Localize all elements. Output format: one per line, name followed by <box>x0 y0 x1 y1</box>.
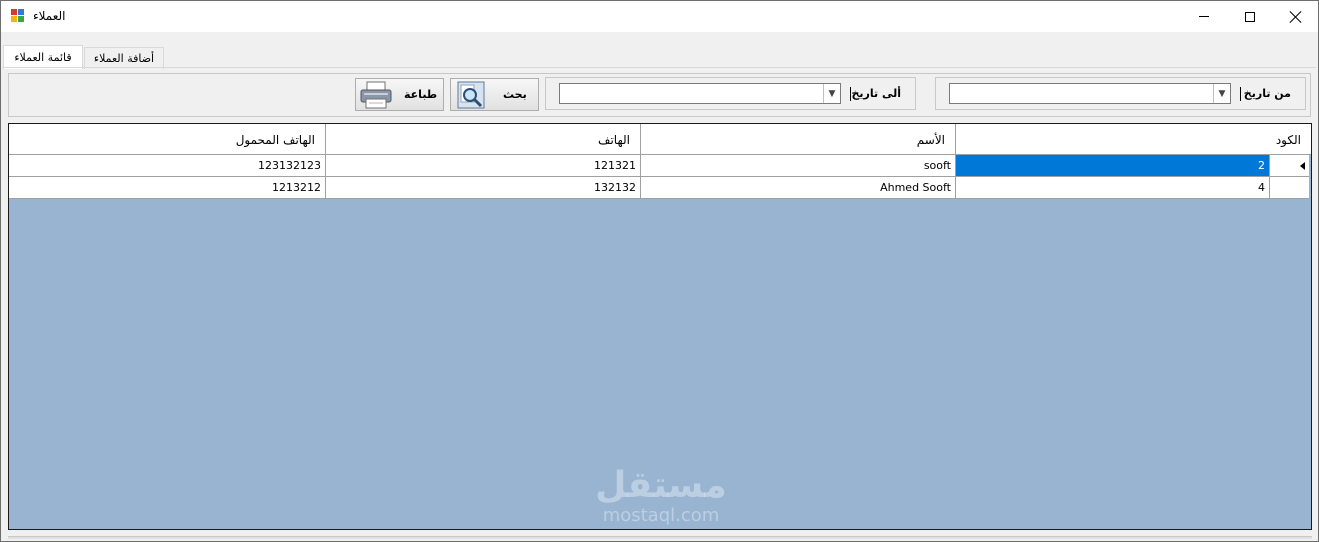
maximize-button[interactable] <box>1227 1 1273 32</box>
search-icon <box>457 81 485 109</box>
window-title: العملاء <box>33 9 66 23</box>
tab-customers-list[interactable]: قائمة العملاء <box>3 45 83 69</box>
customers-window: العملاء قائمة العملاء أضافة العملاء ▼ من… <box>0 0 1319 542</box>
cell-mobile[interactable]: 1213212 <box>9 177 325 199</box>
close-button[interactable] <box>1273 1 1319 32</box>
maximize-icon <box>1245 11 1255 22</box>
cell-mobile[interactable]: 123132123 <box>9 155 325 177</box>
title-bar[interactable]: العملاء <box>1 1 1318 32</box>
customers-grid[interactable]: الكود الأسم الهاتف الهاتف المحمول 123132… <box>8 123 1312 530</box>
cell-name[interactable]: Ahmed Sooft <box>640 177 955 199</box>
cell-name[interactable]: sooft <box>640 155 955 177</box>
to-date-label: ألى تاريخ <box>851 87 901 100</box>
search-button[interactable]: بحث <box>450 78 539 111</box>
watermark-latin: mostaql.com <box>602 505 720 526</box>
watermark-arabic: مستقل <box>595 465 727 506</box>
search-button-label: بحث <box>503 88 527 101</box>
to-date-combo[interactable]: ▼ <box>559 83 841 104</box>
table-row[interactable]: 123132123 121321 sooft 2 <box>9 155 1309 177</box>
print-button-label: طباعة <box>404 88 438 101</box>
column-header-code[interactable]: الكود <box>955 124 1311 155</box>
cell-phone[interactable]: 132132 <box>325 177 640 199</box>
column-header-phone[interactable]: الهاتف <box>325 124 640 155</box>
watermark: مستقل mostaql.com <box>581 466 741 526</box>
cell-code[interactable]: 2 <box>955 155 1269 177</box>
bottom-border <box>8 536 1312 539</box>
app-grid-icon <box>11 9 25 23</box>
to-date-group: ▼ ألى تاريخ <box>545 77 916 110</box>
from-date-combo[interactable]: ▼ <box>949 83 1231 104</box>
row-header[interactable] <box>1269 177 1309 199</box>
printer-icon <box>360 81 392 109</box>
minimize-icon <box>1199 16 1209 17</box>
table-row[interactable]: 1213212 132132 Ahmed Sooft 4 <box>9 177 1309 199</box>
from-date-label: من تاريخ <box>1243 87 1291 100</box>
chevron-down-icon[interactable]: ▼ <box>823 84 840 103</box>
print-button[interactable]: طباعة <box>355 78 444 111</box>
current-row-arrow-icon <box>1300 162 1305 170</box>
minimize-button[interactable] <box>1181 1 1227 32</box>
from-date-group: ▼ من تاريخ <box>935 77 1306 110</box>
cell-code[interactable]: 4 <box>955 177 1269 199</box>
cell-phone[interactable]: 121321 <box>325 155 640 177</box>
chevron-down-icon[interactable]: ▼ <box>1213 84 1230 103</box>
grid-header: الكود الأسم الهاتف الهاتف المحمول <box>9 124 1311 155</box>
row-header[interactable] <box>1269 155 1309 177</box>
separator <box>1240 87 1241 101</box>
close-icon <box>1290 11 1302 23</box>
column-header-mobile[interactable]: الهاتف المحمول <box>9 124 325 155</box>
tab-strip: قائمة العملاء أضافة العملاء <box>1 32 1318 69</box>
tab-panel-border <box>3 67 1316 68</box>
column-header-name[interactable]: الأسم <box>640 124 955 155</box>
tab-add-customer[interactable]: أضافة العملاء <box>84 47 164 69</box>
